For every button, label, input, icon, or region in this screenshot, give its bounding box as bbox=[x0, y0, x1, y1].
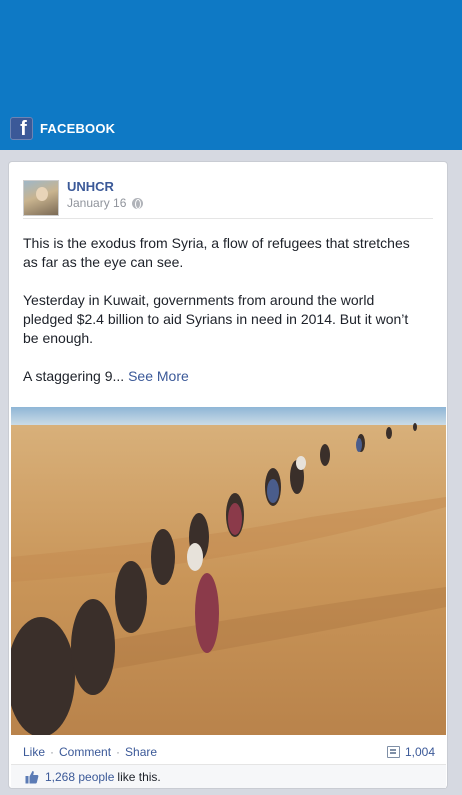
thumbs-up-icon bbox=[25, 770, 39, 784]
header-banner: f FACEBOOK bbox=[0, 0, 462, 150]
likes-suffix: like this. bbox=[117, 769, 161, 784]
brand-label: FACEBOOK bbox=[40, 120, 116, 136]
comment-count: 1,004 bbox=[404, 745, 435, 759]
post-actions: Like · Comment · Share 1,004 bbox=[23, 742, 435, 762]
page-name-link[interactable]: UNHCR bbox=[67, 179, 114, 194]
separator: · bbox=[50, 745, 55, 759]
post-paragraph: Yesterday in Kuwait, governments from ar… bbox=[23, 292, 409, 346]
post-card: UNHCR January 16 This is the exodus from… bbox=[8, 161, 448, 789]
facebook-f-icon: f bbox=[10, 116, 33, 140]
like-link[interactable]: Like bbox=[23, 745, 45, 759]
truncated-text: A staggering 9... bbox=[23, 368, 125, 384]
likes-bar: 1,268 people like this. bbox=[11, 764, 446, 788]
comment-count-link[interactable]: 1,004 bbox=[386, 745, 435, 759]
share-link[interactable]: Share bbox=[125, 745, 157, 759]
post-date[interactable]: January 16 bbox=[67, 196, 144, 210]
avatar[interactable] bbox=[23, 180, 59, 216]
see-more-link[interactable]: See More bbox=[128, 368, 189, 384]
post-truncated: A staggering 9... See More bbox=[23, 367, 423, 386]
post-photo[interactable] bbox=[11, 407, 446, 735]
post-text: This is the exodus from Syria, a flow of… bbox=[23, 234, 423, 405]
post-paragraph: This is the exodus from Syria, a flow of… bbox=[23, 235, 410, 270]
facebook-link[interactable]: f FACEBOOK bbox=[10, 116, 115, 140]
separator: · bbox=[116, 745, 121, 759]
comment-icon bbox=[386, 746, 400, 758]
likes-count-link[interactable]: 1,268 people bbox=[45, 770, 114, 784]
post-header: UNHCR January 16 bbox=[23, 174, 433, 219]
comment-link[interactable]: Comment bbox=[59, 745, 111, 759]
globe-icon bbox=[132, 197, 144, 209]
post-date-text: January 16 bbox=[67, 196, 127, 210]
